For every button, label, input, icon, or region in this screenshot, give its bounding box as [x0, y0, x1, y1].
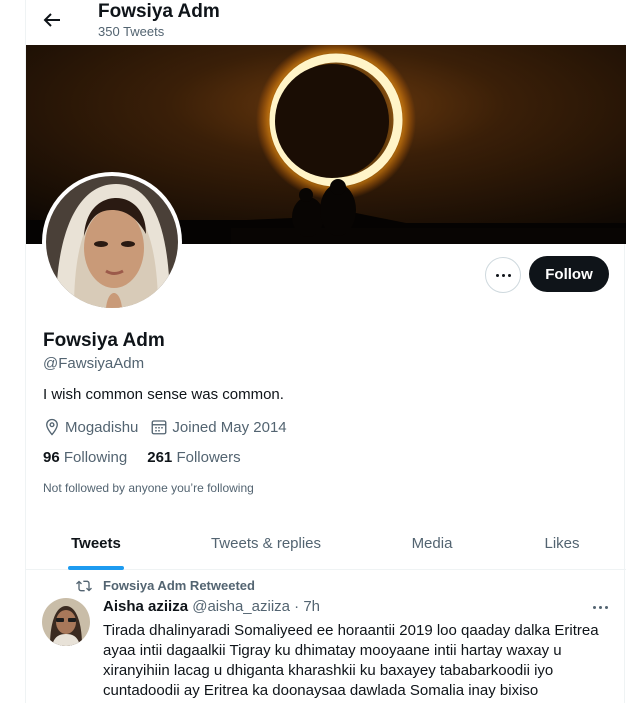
header-tweet-count: 350 Tweets: [98, 24, 165, 39]
joined-text: Joined May 2014: [172, 418, 287, 436]
profile-location: Mogadishu: [43, 418, 138, 436]
top-bar: Fowsiya Adm 350 Tweets: [26, 0, 626, 44]
tab-tweets-replies[interactable]: Tweets & replies: [166, 517, 366, 570]
tab-likes-label: Likes: [544, 535, 580, 552]
follow-button[interactable]: Follow: [529, 256, 609, 292]
tweet-author-name[interactable]: Aisha aziiza: [103, 598, 188, 615]
header-title: Fowsiya Adm: [98, 1, 220, 22]
tab-likes[interactable]: Likes: [498, 517, 626, 570]
active-tab-indicator: [68, 566, 124, 570]
not-followed-note: Not followed by anyone you’re following: [43, 481, 254, 495]
profile-tabs: Tweets Tweets & replies Media Likes: [26, 517, 626, 570]
back-arrow-icon[interactable]: [40, 8, 64, 32]
tweet-more-button[interactable]: [590, 598, 610, 616]
following-link[interactable]: 96 Following: [43, 449, 127, 466]
profile-stats: 96 Following 261 Followers: [43, 449, 261, 466]
retweet-label[interactable]: Fowsiya Adm Retweeted: [103, 578, 255, 593]
profile-joined: Joined May 2014: [150, 418, 287, 436]
tweet-header: Aisha aziiza @aisha_aziiza · 7h: [103, 598, 320, 615]
location-pin-icon: [46, 418, 58, 436]
tab-media[interactable]: Media: [366, 517, 498, 570]
profile-bio: I wish common sense was common.: [43, 386, 284, 403]
followers-link[interactable]: 261 Followers: [147, 449, 240, 466]
tweet-author-avatar[interactable]: [42, 598, 90, 646]
more-horizontal-icon: [495, 273, 499, 277]
tab-tweets[interactable]: Tweets: [26, 517, 166, 570]
profile-column: Fowsiya Adm 350 Tweets Follow Fowsiya Ad…: [25, 0, 626, 703]
profile-handle: @FawsiyaAdm: [43, 355, 145, 372]
following-count: 96: [43, 449, 60, 466]
more-options-button[interactable]: [485, 257, 521, 293]
more-horizontal-icon: [592, 605, 596, 609]
calendar-icon: [151, 420, 167, 435]
profile-meta: Mogadishu Joined May 2014: [43, 418, 299, 436]
retweet-icon: [76, 580, 92, 592]
tweet-time[interactable]: 7h: [303, 598, 320, 615]
followers-count: 261: [147, 449, 173, 466]
profile-name: Fowsiya Adm: [43, 330, 165, 351]
tab-media-label: Media: [411, 535, 453, 552]
following-label: Following: [63, 449, 128, 466]
location-text: Mogadishu: [65, 418, 139, 436]
tweet-text: Tirada dhalinyaradi Somaliyeed ee horaan…: [103, 622, 599, 699]
tweet-author-handle[interactable]: @aisha_aziiza: [192, 598, 290, 615]
tab-tweets-replies-label: Tweets & replies: [210, 535, 322, 552]
tab-tweets-label: Tweets: [71, 535, 121, 552]
tweet-separator: ·: [294, 598, 300, 615]
followers-label: Followers: [176, 449, 241, 466]
profile-avatar[interactable]: [42, 172, 182, 312]
